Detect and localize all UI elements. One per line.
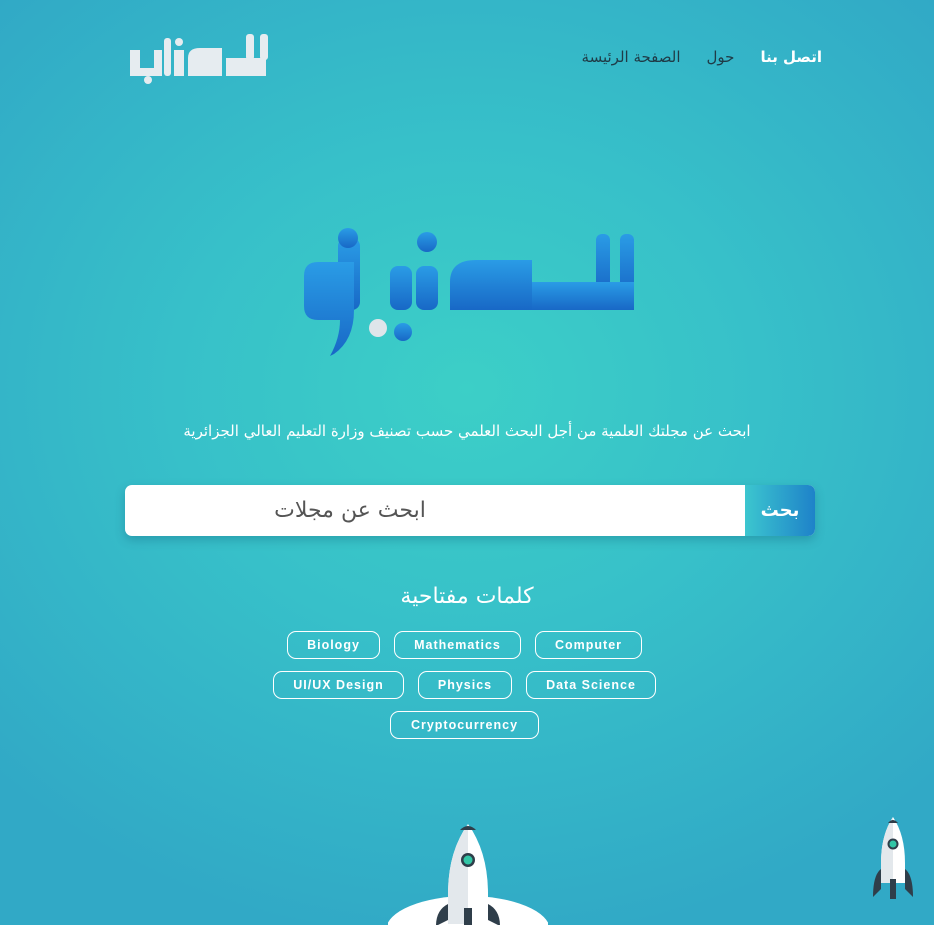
tag-mathematics[interactable]: Mathematics: [394, 631, 521, 659]
keywords-title: كلمات مفتاحية: [400, 584, 534, 609]
search-button[interactable]: بحث: [745, 485, 815, 536]
hero-subtitle: ابحث عن مجلتك العلمية من أجل البحث العلم…: [183, 422, 751, 440]
header-logo[interactable]: [126, 28, 278, 86]
tag-data-science[interactable]: Data Science: [526, 671, 656, 699]
tag-cryptocurrency[interactable]: Cryptocurrency: [390, 711, 539, 739]
rocket-small-illustration: [873, 817, 913, 899]
tag-biology[interactable]: Biology: [287, 631, 380, 659]
hero-logo: [304, 228, 634, 356]
nav-home[interactable]: الصفحة الرئيسة: [582, 48, 681, 66]
tag-uiux-design[interactable]: UI/UX Design: [273, 671, 404, 699]
search-bar: بحث: [125, 485, 815, 536]
tag-physics[interactable]: Physics: [418, 671, 512, 699]
search-input[interactable]: [125, 485, 745, 536]
nav-contact[interactable]: اتصل بنا: [760, 48, 822, 66]
rocket-illustration: [388, 824, 548, 925]
tag-computer[interactable]: Computer: [535, 631, 642, 659]
nav-about[interactable]: حول: [707, 48, 735, 66]
main-nav: اتصل بنا حول الصفحة الرئيسة: [582, 48, 822, 66]
